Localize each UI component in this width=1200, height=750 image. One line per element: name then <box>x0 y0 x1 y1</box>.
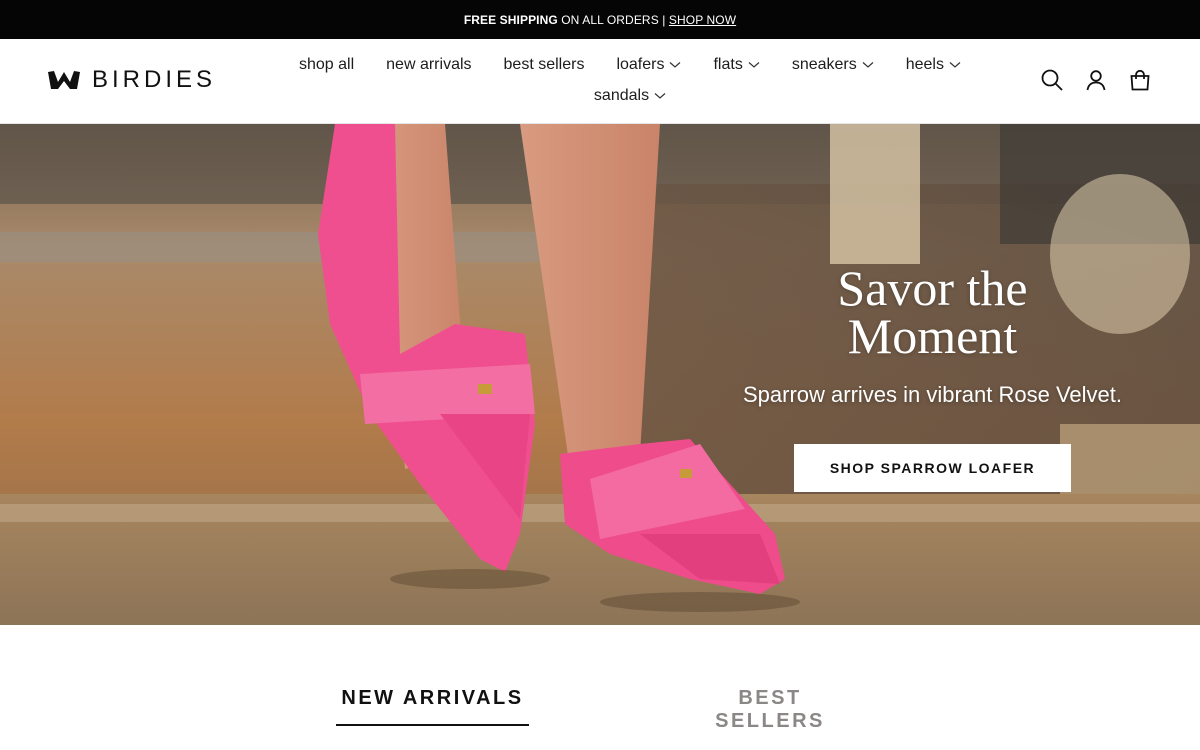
nav-heels[interactable]: heels <box>906 56 961 74</box>
account-button[interactable] <box>1084 68 1108 92</box>
hero-title-line2: Moment <box>847 308 1018 364</box>
nav-best-sellers[interactable]: best sellers <box>504 56 585 74</box>
birdies-logo-icon <box>48 71 80 89</box>
search-button[interactable] <box>1040 68 1064 92</box>
hero-title: Savor the Moment <box>700 263 1165 361</box>
account-icon <box>1086 70 1106 91</box>
chevron-down-icon <box>949 62 961 68</box>
shop-now-link[interactable]: SHOP NOW <box>669 13 736 27</box>
cart-icon <box>1130 69 1150 91</box>
search-icon <box>1041 69 1063 91</box>
cart-button[interactable] <box>1128 68 1152 92</box>
header-icons <box>1040 68 1152 92</box>
chevron-down-icon <box>654 93 666 99</box>
product-tabs: NEW ARRIVALS BEST SELLERS <box>0 625 1200 750</box>
chevron-down-icon <box>748 62 760 68</box>
main-nav: shop all new arrivals best sellers loafe… <box>270 53 990 108</box>
site-header: BIRDIES shop all new arrivals best selle… <box>0 39 1200 124</box>
announcement-bar: FREE SHIPPING ON ALL ORDERS | SHOP NOW <box>0 0 1200 39</box>
nav-label: loafers <box>616 56 665 73</box>
nav-label: sandals <box>593 87 650 104</box>
nav-label: heels <box>905 56 944 73</box>
nav-sandals[interactable]: sandals <box>594 87 666 105</box>
nav-flats[interactable]: flats <box>713 56 760 74</box>
birdies-logo[interactable]: BIRDIES <box>48 66 217 93</box>
nav-sneakers[interactable]: sneakers <box>792 56 874 74</box>
nav-label: new arrivals <box>386 56 472 73</box>
tab-new-arrivals[interactable]: NEW ARRIVALS <box>336 687 529 726</box>
announcement-text: ON ALL ORDERS | <box>561 12 666 27</box>
nav-new-arrivals[interactable]: new arrivals <box>386 56 471 74</box>
logo-text: BIRDIES <box>92 66 217 93</box>
nav-loafers[interactable]: loafers <box>616 56 681 74</box>
nav-label: flats <box>713 56 743 73</box>
hero-content: Savor the Moment Sparrow arrives in vibr… <box>700 263 1165 492</box>
chevron-down-icon <box>670 62 681 68</box>
shop-sparrow-loafer-button[interactable]: SHOP SPARROW LOAFER <box>793 444 1072 492</box>
chevron-down-icon <box>862 62 874 68</box>
nav-label: sneakers <box>791 56 857 73</box>
nav-label: shop all <box>299 56 355 73</box>
announcement-bold-text: FREE SHIPPING <box>463 12 558 27</box>
hero-subtitle: Sparrow arrives in vibrant Rose Velvet. <box>742 382 1123 407</box>
hero-banner: Savor the Moment Sparrow arrives in vibr… <box>0 124 1200 625</box>
tab-best-sellers[interactable]: BEST SELLERS <box>680 687 860 733</box>
nav-shop-all[interactable]: shop all <box>299 56 354 74</box>
nav-label: best sellers <box>503 56 585 73</box>
